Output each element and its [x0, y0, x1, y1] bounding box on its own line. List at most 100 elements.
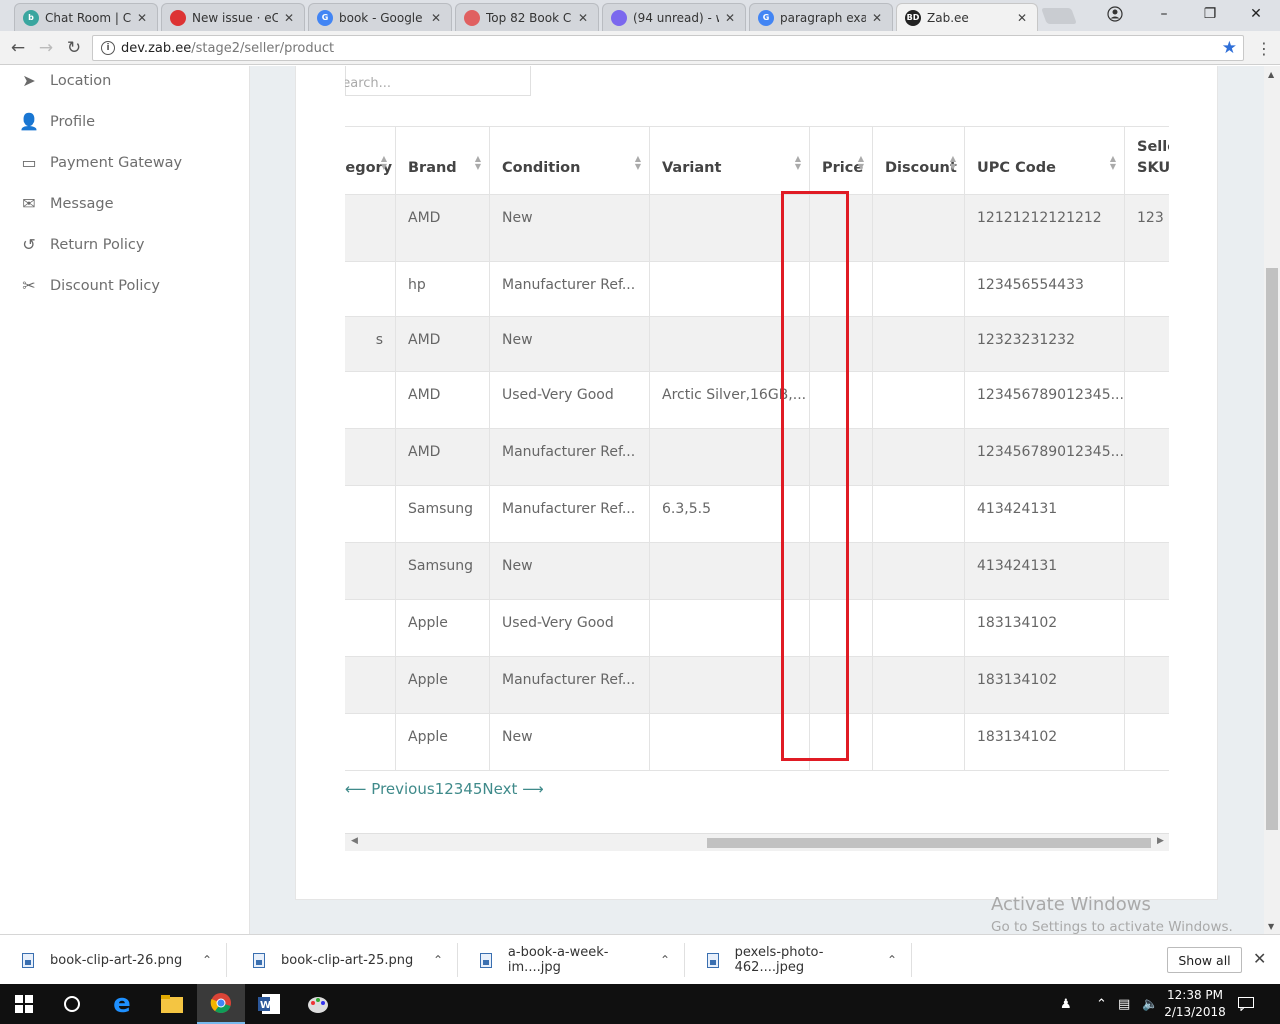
table-row[interactable]: Apple Used-Very Good 183134102 — [345, 599, 1169, 657]
page-link-2[interactable]: 2 — [444, 780, 454, 798]
browser-tab[interactable]: (94 unread) - wa ✕ — [602, 3, 746, 31]
next-link[interactable]: Next ⟶ — [482, 780, 543, 798]
search-placeholder: Search... — [345, 76, 392, 91]
back-icon[interactable]: ← — [6, 36, 30, 60]
bookmark-star-icon[interactable]: ★ — [1222, 38, 1237, 58]
download-item[interactable]: pexels-photo-462....jpeg ⌃ — [685, 943, 912, 977]
browser-tab[interactable]: Top 82 Book Clip ✕ — [455, 3, 599, 31]
sidebar-item-payment-gateway[interactable]: ▭ Payment Gateway — [18, 153, 182, 172]
tab-close-icon[interactable]: ✕ — [576, 11, 590, 25]
table-row[interactable]: Samsung Manufacturer Ref... 6.3,5.5 4134241… — [345, 485, 1169, 543]
table-row[interactable]: AMD New 12121212121212 123 — [345, 194, 1169, 262]
table-row[interactable]: Samsung New 413424131 — [345, 542, 1169, 600]
sidebar-item-message[interactable]: ✉ Message — [18, 194, 113, 213]
tab-close-icon[interactable]: ✕ — [429, 11, 443, 25]
chevron-up-icon[interactable]: ⌃ — [660, 953, 670, 967]
new-tab-button[interactable] — [1041, 8, 1077, 24]
chevron-up-icon[interactable]: ⌃ — [202, 953, 212, 967]
reload-icon[interactable]: ↻ — [62, 36, 86, 60]
volume-icon[interactable]: 🔈 — [1142, 984, 1158, 1024]
sidebar-item-location[interactable]: ➤ Location — [18, 71, 111, 90]
search-input[interactable]: Search... — [345, 66, 531, 96]
cortana-search-icon[interactable] — [48, 984, 96, 1024]
tab-close-icon[interactable]: ✕ — [723, 11, 737, 25]
page-link-5[interactable]: 5 — [473, 780, 483, 798]
column-header-condition[interactable]: Condition ▲ ▼ — [489, 126, 650, 195]
scroll-left-icon[interactable]: ◀ — [351, 836, 358, 846]
sidebar-item-discount-policy[interactable]: ✂ Discount Policy — [18, 276, 160, 295]
page-link-1[interactable]: 1 — [435, 780, 445, 798]
tab-close-icon[interactable]: ✕ — [135, 11, 149, 25]
chevron-up-icon[interactable]: ⌃ — [433, 953, 443, 967]
column-header-category[interactable]: Category▲ ▼ — [345, 126, 396, 195]
table-row[interactable]: Apple Manufacturer Ref... 183134102 — [345, 656, 1169, 714]
people-icon[interactable]: ♟ — [1060, 984, 1072, 1024]
sort-arrows-icon[interactable]: ▲ ▼ — [795, 155, 801, 171]
forward-icon[interactable]: → — [34, 36, 58, 60]
page-link-4[interactable]: 4 — [463, 780, 473, 798]
start-windows-icon[interactable] — [0, 984, 48, 1024]
column-header-discount[interactable]: Discount ▲ ▼ — [872, 126, 965, 195]
close-downloads-icon[interactable]: ✕ — [1253, 949, 1266, 968]
horizontal-scroll-thumb[interactable] — [707, 838, 1151, 848]
show-all-button[interactable]: Show all — [1167, 947, 1242, 973]
sort-arrows-icon[interactable]: ▲ ▼ — [635, 155, 641, 171]
tab-close-icon[interactable]: ✕ — [870, 11, 884, 25]
product-table-scroll: Search... Category▲ ▼ Brand ▲ ▼ Condition ▲ … — [345, 66, 1169, 852]
download-item[interactable]: book-clip-art-25.png ⌃ — [231, 943, 458, 977]
column-header-upc-code[interactable]: UPC Code ▲ ▼ — [964, 126, 1125, 195]
browser-menu-icon[interactable]: ⋮ — [1256, 39, 1272, 58]
maximize-icon[interactable]: ❐ — [1187, 0, 1233, 28]
browser-tab[interactable]: BD Zab.ee ✕ — [896, 3, 1038, 31]
sidebar-item-profile[interactable]: 👤 Profile — [18, 112, 95, 131]
edge-browser-icon[interactable]: e — [98, 984, 146, 1024]
tab-close-icon[interactable]: ✕ — [1015, 11, 1029, 25]
scroll-up-icon[interactable]: ▲ — [1268, 70, 1274, 79]
sort-arrows-icon[interactable]: ▲ ▼ — [1110, 155, 1116, 171]
scroll-right-icon[interactable]: ▶ — [1157, 836, 1164, 846]
table-row[interactable]: AMD Manufacturer Ref... 123456789012345... — [345, 428, 1169, 486]
sidebar-item-return-policy[interactable]: ↺ Return Policy — [18, 235, 144, 254]
browser-tab[interactable]: New issue · eCo ✕ — [161, 3, 305, 31]
horizontal-scrollbar[interactable]: ◀ ▶ — [345, 833, 1169, 851]
word-icon[interactable]: W — [245, 984, 293, 1024]
scroll-down-icon[interactable]: ▼ — [1268, 922, 1274, 931]
table-row[interactable]: s AMD New 12323231232 — [345, 316, 1169, 372]
table-row[interactable]: Apple New 183134102 — [345, 713, 1169, 771]
browser-tab[interactable]: Gparagraph exam ✕ — [749, 3, 893, 31]
sort-arrows-icon[interactable]: ▲ ▼ — [475, 155, 481, 171]
column-header-price[interactable]: Price ▲ ▼ — [809, 126, 873, 195]
table-cell-category — [345, 371, 396, 429]
vertical-scroll-thumb[interactable] — [1266, 268, 1278, 830]
paint-icon[interactable] — [294, 984, 342, 1024]
file-explorer-icon[interactable] — [148, 984, 196, 1024]
column-header-variant[interactable]: Variant ▲ ▼ — [649, 126, 810, 195]
chrome-icon[interactable] — [197, 984, 245, 1024]
network-icon[interactable]: ▤ — [1118, 984, 1130, 1024]
profile-icon[interactable] — [1092, 0, 1138, 28]
download-item[interactable]: book-clip-art-26.png ⌃ — [0, 943, 227, 977]
sort-arrows-icon[interactable]: ▲ ▼ — [381, 155, 387, 171]
sort-arrows-icon[interactable]: ▲ ▼ — [950, 155, 956, 171]
address-bar[interactable]: i dev.zab.ee/stage2/seller/product ★ — [92, 35, 1244, 61]
taskbar-clock[interactable]: 12:38 PM 2/13/2018 — [1164, 987, 1226, 1021]
site-info-icon[interactable]: i — [101, 41, 115, 55]
previous-link[interactable]: ⟵ Previous — [345, 780, 435, 798]
page-link-3[interactable]: 3 — [454, 780, 464, 798]
action-center-icon[interactable] — [1238, 984, 1254, 1024]
table-row[interactable]: AMD Used-Very Good Arctic Silver,16GB,... 1… — [345, 371, 1169, 429]
browser-tab[interactable]: Gbook - Google S ✕ — [308, 3, 452, 31]
download-item[interactable]: a-book-a-week-im....jpg ⌃ — [458, 943, 685, 977]
column-header-seller-sku[interactable]: Seller SKU▲ ▼ — [1124, 126, 1169, 195]
close-window-icon[interactable]: ✕ — [1233, 0, 1279, 28]
minimize-icon[interactable]: – — [1141, 0, 1187, 28]
column-header-brand[interactable]: Brand ▲ ▼ — [395, 126, 490, 195]
tab-close-icon[interactable]: ✕ — [282, 11, 296, 25]
table-row[interactable]: hp Manufacturer Ref... 123456554433 — [345, 261, 1169, 317]
tray-overflow-icon[interactable]: ⌃ — [1096, 984, 1107, 1024]
browser-tab[interactable]: b Chat Room | Co ✕ — [14, 3, 158, 31]
chevron-up-icon[interactable]: ⌃ — [887, 953, 897, 967]
sort-arrows-icon[interactable]: ▲ ▼ — [858, 155, 864, 171]
vertical-scrollbar[interactable]: ▲ ▼ — [1264, 66, 1280, 934]
tab-title: Zab.ee — [927, 10, 969, 25]
